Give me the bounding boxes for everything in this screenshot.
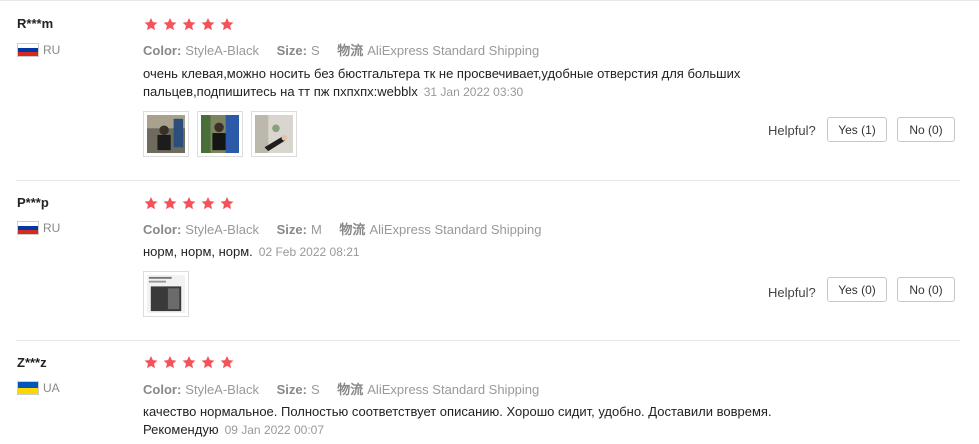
size-label: Size: [276, 222, 307, 237]
color-value: StyleA-Black [185, 222, 259, 237]
photo-image [147, 115, 185, 153]
review-photos [143, 271, 197, 317]
star-icon [201, 355, 215, 369]
helpful-label: Helpful? [768, 123, 816, 138]
shipping-label: 物流 [337, 43, 364, 58]
helpful-yes-button[interactable]: Yes (1) [827, 117, 887, 142]
country-code: UA [43, 381, 60, 395]
photo-image [201, 115, 239, 153]
country-code: RU [43, 221, 61, 235]
review-divider [16, 340, 960, 341]
review-date: 31 Jan 2022 03:30 [423, 85, 524, 99]
reviewer-country: RU [17, 43, 60, 57]
russia-flag-icon [17, 221, 39, 235]
color-label: Color: [143, 382, 182, 397]
review-photo-thumbnail[interactable] [251, 111, 297, 157]
review-body: норм, норм, норм. [143, 244, 253, 259]
size-label: Size: [276, 43, 307, 58]
reviewer-name: Z***z [17, 355, 47, 370]
review-photo-thumbnail[interactable] [143, 271, 189, 317]
star-icon [201, 17, 215, 31]
size-value: M [310, 222, 322, 237]
color-label: Color: [143, 222, 182, 237]
review-photo-thumbnail[interactable] [197, 111, 243, 157]
star-icon [182, 355, 196, 369]
review-sku-info: Color: StyleA-Black Size: M 物流 AliExpress S… [143, 219, 555, 238]
color-label: Color: [143, 43, 182, 58]
review-divider [16, 180, 960, 181]
review-text: норм, норм, норм. 02 Feb 2022 08:21 [143, 243, 783, 261]
star-icon [163, 196, 177, 210]
helpful-no-button[interactable]: No (0) [897, 277, 955, 302]
star-icon [220, 355, 234, 369]
star-icon [144, 17, 158, 31]
review-text: очень клевая,можно носить без бюстгальте… [143, 65, 783, 101]
reviewer-name: P***p [17, 195, 49, 210]
reviewer-country: UA [17, 381, 60, 395]
star-rating [143, 355, 238, 370]
star-icon [144, 355, 158, 369]
review-sku-info: Color: StyleA-Black Size: S 物流 AliExpress S… [143, 40, 553, 59]
shipping-value: AliExpress Standard Shipping [367, 382, 540, 397]
review-sku-info: Color: StyleA-Black Size: S 物流 AliExpress S… [143, 379, 553, 398]
country-code: RU [43, 43, 61, 57]
shipping-value: AliExpress Standard Shipping [367, 43, 540, 58]
shipping-label: 物流 [337, 382, 364, 397]
size-value: S [310, 43, 320, 58]
size-label: Size: [276, 382, 307, 397]
star-icon [182, 196, 196, 210]
review-photo-thumbnail[interactable] [143, 111, 189, 157]
star-icon [163, 17, 177, 31]
size-value: S [310, 382, 320, 397]
color-value: StyleA-Black [185, 43, 259, 58]
shipping-value: AliExpress Standard Shipping [369, 222, 542, 237]
review-date: 09 Jan 2022 00:07 [224, 423, 324, 437]
helpful-no-button[interactable]: No (0) [897, 117, 955, 142]
star-icon [163, 355, 177, 369]
star-rating [143, 17, 238, 32]
reviewer-name: R***m [17, 16, 54, 31]
photo-image [147, 275, 185, 313]
russia-flag-icon [17, 43, 39, 57]
helpful-yes-button[interactable]: Yes (0) [827, 277, 887, 302]
review-text: качество нормальное. Полностью соответст… [143, 403, 823, 439]
star-icon [220, 17, 234, 31]
star-icon [201, 196, 215, 210]
helpful-label: Helpful? [768, 285, 816, 300]
star-icon [220, 196, 234, 210]
photo-image [255, 115, 293, 153]
star-icon [144, 196, 158, 210]
review-date: 02 Feb 2022 08:21 [258, 245, 360, 259]
review-photos [143, 111, 305, 157]
shipping-label: 物流 [339, 222, 366, 237]
star-icon [182, 17, 196, 31]
reviewer-country: RU [17, 221, 60, 235]
ukraine-flag-icon [17, 381, 39, 395]
color-value: StyleA-Black [185, 382, 259, 397]
star-rating [143, 196, 238, 211]
top-divider [0, 0, 979, 1]
